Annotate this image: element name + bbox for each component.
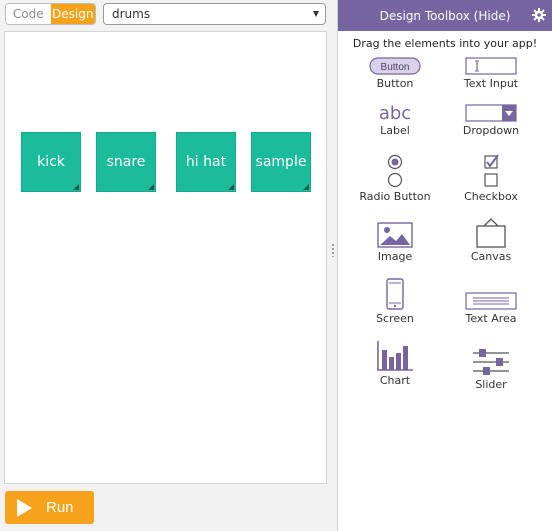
- toolbox-item-label: Canvas: [470, 250, 512, 263]
- toolbox-item-label: Image: [377, 250, 413, 263]
- toolbox-item-label: Text Area: [465, 312, 517, 325]
- toolbox-item-label: Radio Button: [359, 190, 431, 203]
- resize-handle-icon[interactable]: [228, 184, 234, 190]
- toolbox-item-text-area[interactable]: Text Area: [441, 292, 541, 325]
- snare-button[interactable]: snare: [96, 132, 156, 192]
- sample-button-label: sample: [255, 154, 307, 170]
- design-toolbox: Design Toolbox (Hide) Drag the elements …: [337, 0, 552, 531]
- chart-icon: [377, 341, 413, 371]
- workspace-pane: Code Design drums kick snare hi hat samp…: [0, 0, 330, 531]
- text-area-icon: [465, 292, 517, 310]
- toolbox-item-image[interactable]: Image: [345, 222, 445, 263]
- toolbox-item-screen[interactable]: Screen: [345, 278, 445, 325]
- mode-toggle[interactable]: Code Design: [5, 3, 96, 25]
- play-icon: [17, 498, 32, 517]
- toolbox-item-label-element[interactable]: abc Label: [345, 104, 445, 137]
- toolbox-item-dropdown[interactable]: Dropdown: [441, 104, 541, 137]
- canvas-icon: [476, 218, 506, 248]
- hi-hat-button[interactable]: hi hat: [176, 132, 236, 192]
- toolbox-header: Design Toolbox (Hide): [338, 0, 552, 31]
- text-input-icon: [465, 57, 517, 75]
- dropdown-icon: [465, 104, 517, 122]
- toolbox-item-label: Text Input: [463, 77, 519, 90]
- kick-button[interactable]: kick: [21, 132, 81, 192]
- svg-text:abc: abc: [379, 104, 411, 122]
- toolbox-item-slider[interactable]: Slider: [441, 348, 541, 391]
- gear-icon[interactable]: [532, 8, 546, 22]
- snare-button-label: snare: [106, 154, 146, 170]
- toolbox-hint: Drag the elements into your app!: [352, 37, 538, 50]
- toolbox-item-label: Dropdown: [462, 124, 520, 137]
- toolbox-item-label: Button: [376, 77, 414, 90]
- toolbox-item-canvas[interactable]: Canvas: [441, 218, 541, 263]
- chevron-down-icon: [313, 11, 319, 17]
- screen-dropdown[interactable]: drums: [103, 3, 326, 25]
- sample-button[interactable]: sample: [251, 132, 311, 192]
- app-screen-canvas[interactable]: kick snare hi hat sample: [4, 31, 327, 484]
- run-button[interactable]: Run: [5, 491, 94, 524]
- image-icon: [377, 222, 413, 248]
- toolbox-title[interactable]: Design Toolbox (Hide): [380, 9, 511, 23]
- kick-button-label: kick: [37, 154, 65, 170]
- grip-dots-icon: [331, 243, 335, 257]
- svg-text:Button: Button: [381, 62, 410, 73]
- resize-handle-icon[interactable]: [148, 184, 154, 190]
- design-mode-button[interactable]: Design: [50, 4, 95, 24]
- toolbox-item-label: Chart: [379, 374, 411, 387]
- slider-icon: [473, 349, 509, 375]
- screen-dropdown-value: drums: [112, 7, 151, 21]
- toolbox-item-label: Screen: [376, 312, 414, 325]
- toolbox-item-button[interactable]: Button Button: [345, 57, 445, 90]
- checkbox-icon: [484, 154, 499, 187]
- toolbox-item-label: Checkbox: [464, 190, 518, 203]
- hi-hat-button-label: hi hat: [185, 154, 227, 170]
- run-button-label: Run: [46, 499, 74, 516]
- toolbox-item-radio-button[interactable]: Radio Button: [345, 154, 445, 203]
- toolbox-item-text-input[interactable]: Text Input: [441, 57, 541, 90]
- toolbox-item-checkbox[interactable]: Checkbox: [441, 154, 541, 203]
- code-mode-button[interactable]: Code: [6, 4, 51, 24]
- screen-icon: [386, 278, 404, 310]
- resize-handle-icon[interactable]: [303, 184, 309, 190]
- button-icon: Button: [369, 57, 421, 75]
- toolbox-item-chart[interactable]: Chart: [345, 340, 445, 387]
- resize-handle-icon[interactable]: [73, 184, 79, 190]
- toolbox-item-label: Slider: [475, 378, 507, 391]
- radio-button-icon: [387, 154, 403, 188]
- label-icon: abc: [379, 104, 411, 122]
- toolbox-item-label: Label: [380, 124, 410, 137]
